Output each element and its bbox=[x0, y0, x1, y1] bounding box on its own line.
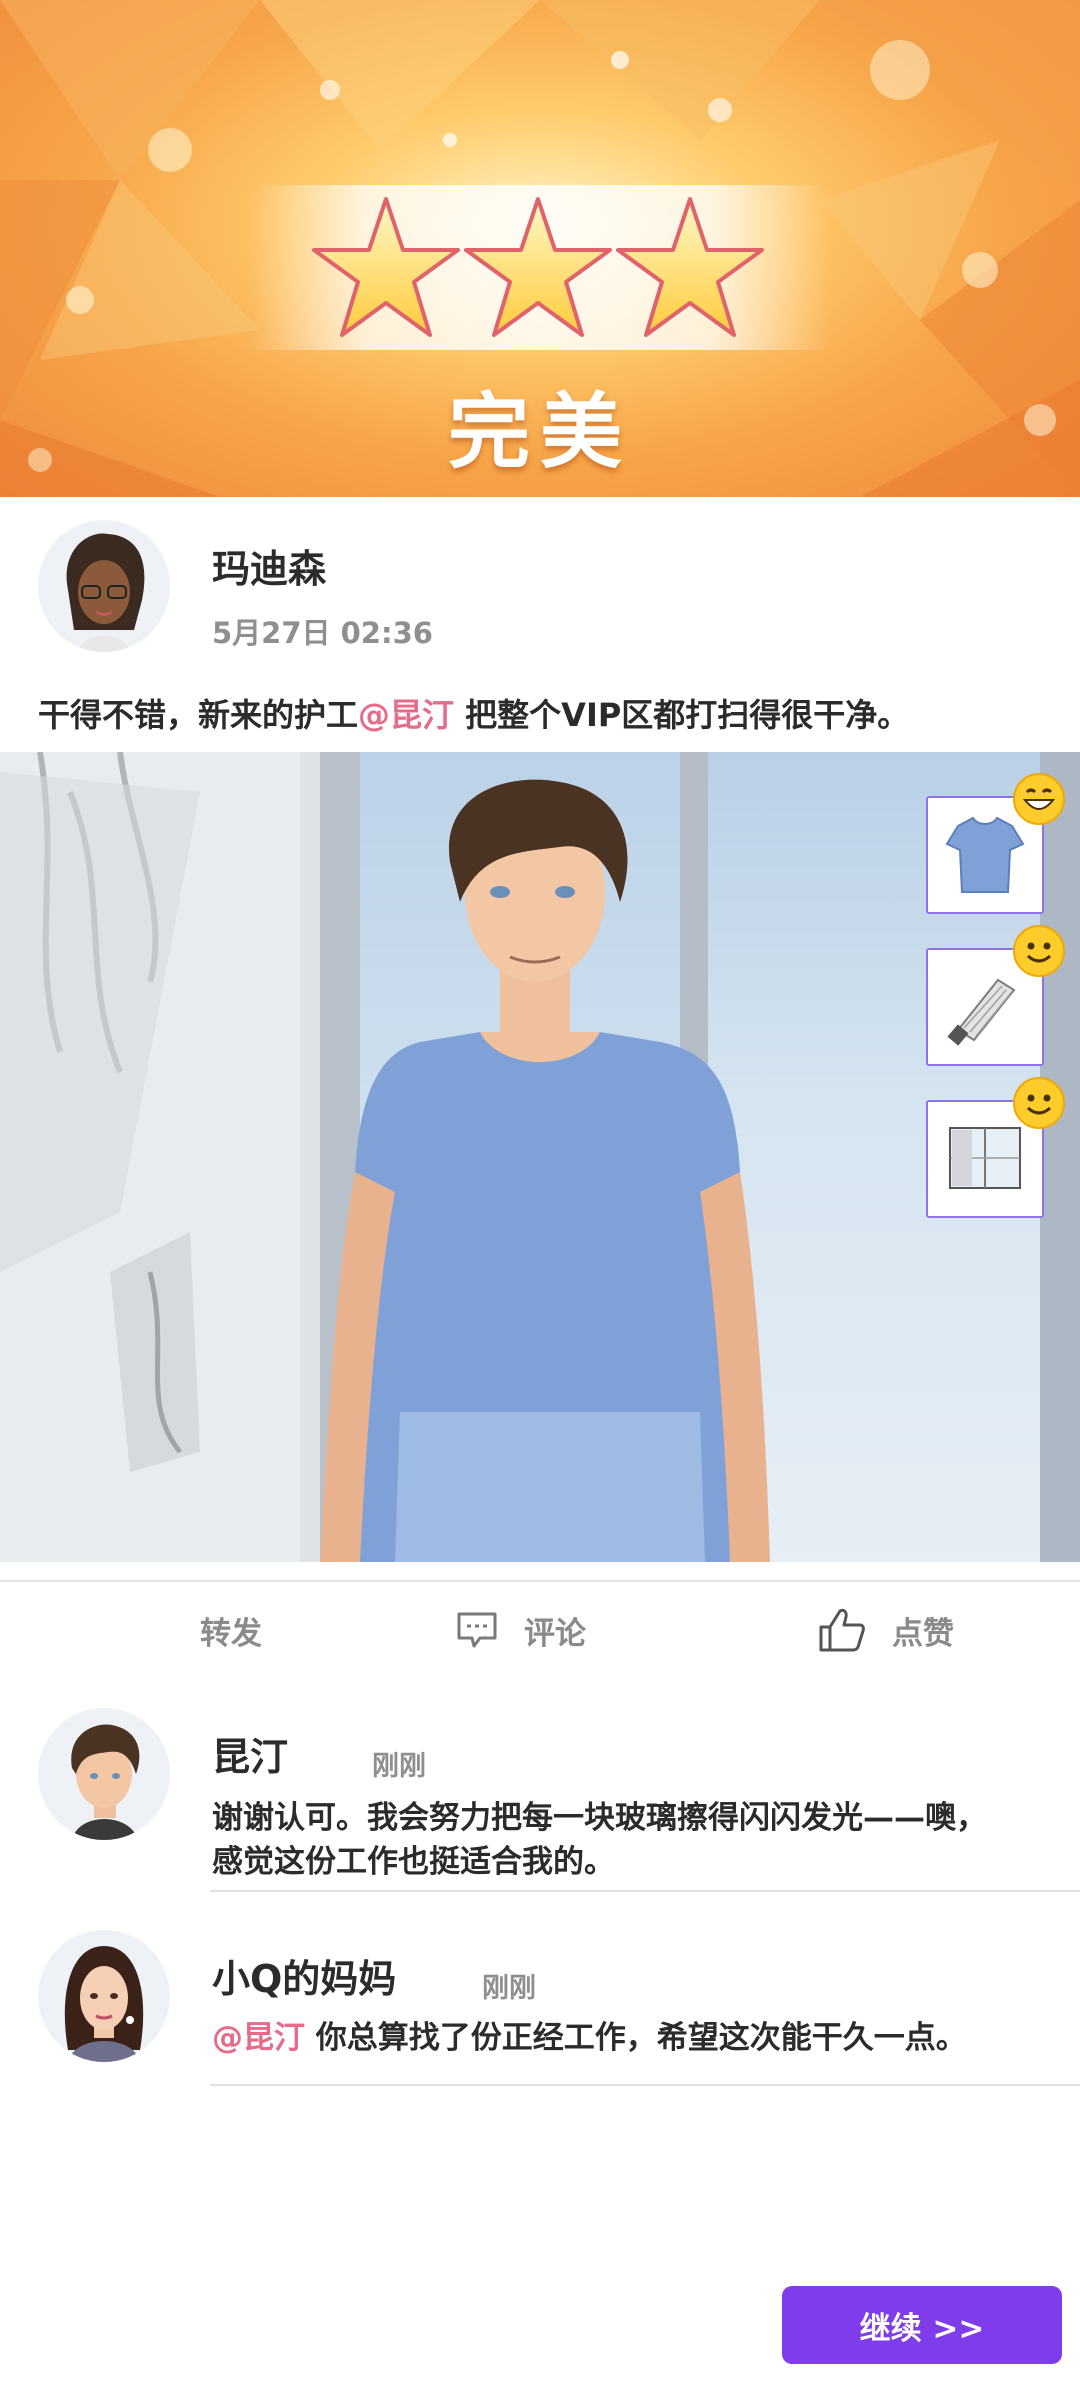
grin-emoji-icon bbox=[1013, 773, 1065, 825]
star-icon bbox=[312, 197, 460, 337]
comment-button[interactable]: 评论 bbox=[456, 1606, 586, 1654]
thumbs-up-icon bbox=[819, 1608, 865, 1652]
like-label: 点赞 bbox=[892, 1615, 954, 1652]
comment-divider bbox=[210, 1890, 1080, 1892]
comment-icon bbox=[457, 1612, 497, 1648]
comment-author-name[interactable]: 小Q的妈妈 bbox=[212, 1948, 396, 2003]
madison-avatar-icon bbox=[38, 520, 170, 652]
rating-label: 完美 bbox=[447, 385, 632, 480]
post-text-tail: 把整个VIP区都打扫得很干净。 bbox=[454, 696, 910, 734]
avatar[interactable] bbox=[38, 520, 170, 652]
comment-text-body: 你总算找了份正经工作，希望这次能干久一点。 bbox=[305, 2020, 967, 2056]
scene-image bbox=[0, 752, 1080, 1562]
rating-stars bbox=[312, 197, 764, 337]
result-screen: 完美 玛迪森 5月27日 02:36 干得不错，新来的护工@昆汀 把整个VIP区… bbox=[0, 0, 1080, 2400]
post-timestamp: 5月27日 02:36 bbox=[212, 616, 433, 650]
star-icon bbox=[616, 197, 764, 337]
smile-emoji-icon bbox=[1013, 1077, 1065, 1129]
avatar[interactable] bbox=[38, 1708, 170, 1840]
post-text: 干得不错，新来的护工@昆汀 把整个VIP区都打扫得很干净。 bbox=[38, 690, 1048, 736]
scene-illustration bbox=[0, 752, 1080, 1562]
post-mention[interactable]: @昆汀 bbox=[358, 696, 454, 734]
avatar[interactable] bbox=[38, 1930, 170, 2062]
comment-timestamp: 刚刚 bbox=[482, 1973, 536, 2004]
smile-emoji-icon bbox=[1013, 925, 1065, 977]
actions-divider bbox=[0, 1580, 1080, 1582]
share-button[interactable]: 转发 bbox=[200, 1606, 262, 1654]
comment-divider bbox=[210, 2084, 1080, 2086]
comment-author-name[interactable]: 昆汀 bbox=[212, 1726, 288, 1781]
continue-button[interactable]: 继续 >> bbox=[782, 2286, 1062, 2364]
result-banner: 完美 bbox=[0, 0, 1080, 497]
comment-text: @昆汀 你总算找了份正经工作，希望这次能干久一点。 bbox=[212, 2016, 1062, 2060]
post-text-body: 干得不错，新来的护工 bbox=[38, 696, 359, 734]
post-author-name[interactable]: 玛迪森 bbox=[212, 538, 326, 593]
comment-timestamp: 刚刚 bbox=[372, 1751, 426, 1782]
comment-text: 谢谢认可。我会努力把每一块玻璃擦得闪闪发光——噢，感觉这份工作也挺适合我的。 bbox=[212, 1800, 987, 1880]
share-label: 转发 bbox=[200, 1615, 262, 1652]
quentin-avatar-icon bbox=[38, 1708, 170, 1840]
like-button[interactable]: 点赞 bbox=[818, 1606, 954, 1654]
star-icon bbox=[464, 197, 612, 337]
q-mom-avatar-icon bbox=[38, 1930, 170, 2062]
comment-label: 评论 bbox=[524, 1615, 586, 1652]
comment-mention[interactable]: @昆汀 bbox=[212, 2020, 305, 2056]
